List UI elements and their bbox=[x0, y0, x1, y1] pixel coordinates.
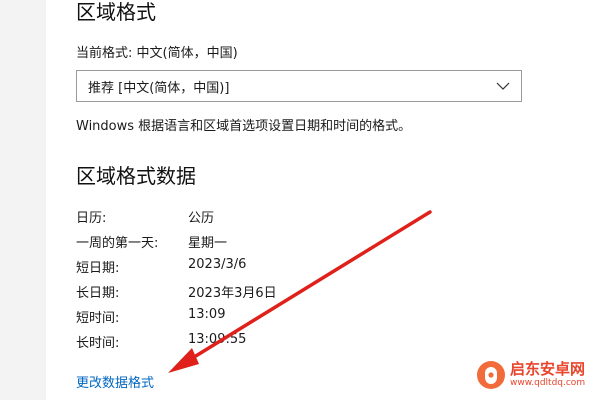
watermark-text: 启东安卓网 www.qdltdq.com bbox=[510, 362, 585, 388]
current-format-label: 当前格式: bbox=[76, 46, 133, 61]
watermark-url: www.qdltdq.com bbox=[510, 378, 586, 388]
format-row-calendar: 日历: 公历 bbox=[76, 207, 376, 227]
format-row-value: 公历 bbox=[188, 211, 215, 226]
current-format-value: 中文(简体，中国) bbox=[136, 46, 238, 61]
format-row-long-date: 长日期: 2023年3月6日 bbox=[76, 282, 376, 302]
format-row-value: 星期一 bbox=[188, 236, 228, 251]
format-row-long-time: 长时间: 13:09:55 bbox=[76, 332, 376, 352]
settings-page: 区域格式 当前格式: 中文(简体，中国) 推荐 [中文(简体，中国)] Wind… bbox=[0, 0, 600, 400]
watermark-logo-icon bbox=[477, 361, 505, 389]
format-description: Windows 根据语言和区域首选项设置日期和时间的格式。 bbox=[76, 119, 412, 134]
region-format-title: 区域格式 bbox=[76, 0, 156, 24]
format-row-key: 一周的第一天: bbox=[76, 236, 159, 251]
format-row-short-time: 短时间: 13:09 bbox=[76, 307, 376, 327]
format-row-key: 日历: bbox=[76, 211, 107, 226]
format-row-short-date: 短日期: 2023/3/6 bbox=[76, 257, 376, 277]
format-row-value: 13:09 bbox=[188, 307, 226, 322]
watermark-title: 启东安卓网 bbox=[510, 360, 586, 378]
format-row-key: 长时间: bbox=[76, 336, 120, 351]
format-row-value: 13:09:55 bbox=[188, 332, 247, 347]
region-format-dropdown[interactable]: 推荐 [中文(简体，中国)] bbox=[76, 70, 522, 102]
format-row-key: 短时间: bbox=[76, 311, 120, 326]
site-watermark: 启东安卓网 www.qdltdq.com bbox=[476, 358, 594, 392]
change-data-format-link[interactable]: 更改数据格式 bbox=[76, 372, 154, 391]
format-row-value: 2023/3/6 bbox=[188, 257, 247, 272]
nav-pane-edge bbox=[0, 0, 46, 400]
format-row-key: 长日期: bbox=[76, 286, 120, 301]
format-row-key: 短日期: bbox=[76, 261, 120, 276]
chevron-down-icon bbox=[495, 78, 511, 94]
format-row-value: 2023年3月6日 bbox=[188, 286, 277, 301]
format-row-first-day: 一周的第一天: 星期一 bbox=[76, 232, 376, 252]
region-format-data-title: 区域格式数据 bbox=[76, 164, 196, 188]
dropdown-selected-value: 推荐 [中文(简体，中国)] bbox=[88, 80, 230, 96]
current-format-line: 当前格式: 中文(简体，中国) bbox=[76, 42, 238, 61]
